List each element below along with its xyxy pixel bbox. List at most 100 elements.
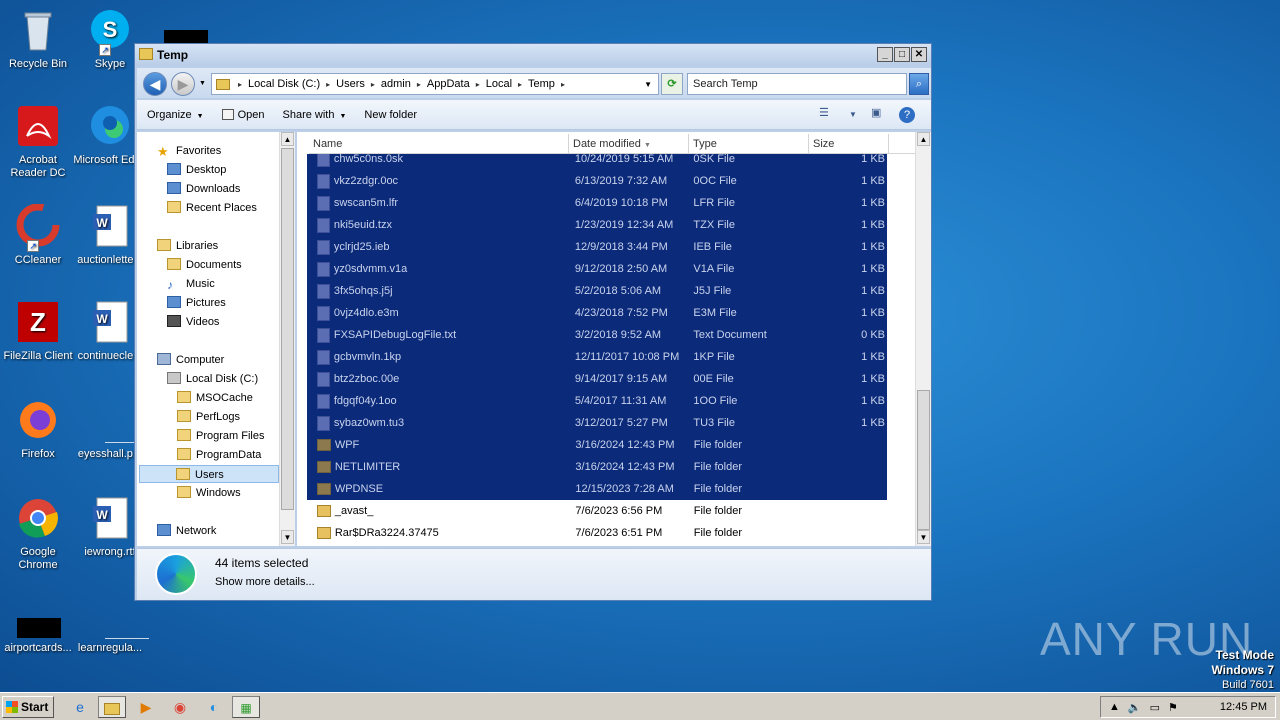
flag-icon[interactable]: ⚑	[1168, 701, 1178, 714]
nav-users[interactable]: Users	[139, 465, 279, 483]
media-player-icon[interactable]: ▶	[132, 696, 160, 718]
close-button[interactable]: ✕	[911, 47, 927, 62]
breadcrumb-temp[interactable]: Temp	[528, 78, 555, 90]
list-scroll-thumb[interactable]	[917, 390, 930, 530]
nav-libraries[interactable]: Libraries	[155, 237, 218, 255]
cmd-icon[interactable]: ▦	[232, 696, 260, 718]
file-row[interactable]: sybaz0wm.tu3 3/12/2017 5:27 PM TU3 File 1 K…	[307, 412, 887, 434]
ie-icon[interactable]: e	[66, 696, 94, 718]
file-row[interactable]: fdgqf04y.1oo 5/4/2017 11:31 AM 1OO File 1 K…	[307, 390, 887, 412]
file-row[interactable]: FXSAPIDebugLogFile.txt 3/2/2018 9:52 AM Te…	[307, 324, 887, 346]
breadcrumb-admin[interactable]: admin	[381, 78, 411, 90]
help-icon[interactable]: ?	[899, 107, 915, 123]
file-row[interactable]: chw5c0ns.0sk 10/24/2019 5:15 AM 0SK File 1 …	[307, 154, 887, 170]
breadcrumb-separator-icon[interactable]: ▸	[417, 80, 421, 89]
breadcrumb-separator-icon[interactable]: ▸	[561, 80, 565, 89]
folder-row[interactable]: _avast_ 7/6/2023 6:56 PM File folder	[307, 500, 887, 522]
refresh-icon[interactable]: ⟳	[661, 73, 683, 95]
nav-scroll-thumb[interactable]	[281, 148, 294, 510]
folder-row[interactable]: WPDNSE 12/15/2023 7:28 AM File folder	[307, 478, 887, 500]
recent-pages-chevron-icon[interactable]: ▼	[199, 80, 206, 87]
view-options-icon[interactable]: ☰	[819, 106, 829, 119]
breadcrumb-separator-icon[interactable]: ▸	[476, 80, 480, 89]
nav-videos[interactable]: Videos	[165, 313, 219, 331]
breadcrumb-separator-icon[interactable]: ▸	[371, 80, 375, 89]
desktop-icon-ccleaner[interactable]: ↗ CCleaner	[0, 203, 76, 267]
network-icon[interactable]: ▭	[1150, 701, 1160, 714]
scroll-up-icon[interactable]: ▲	[917, 132, 930, 146]
preview-pane-icon[interactable]: ▣	[871, 106, 881, 119]
scroll-up-icon[interactable]: ▲	[281, 132, 294, 146]
column-name[interactable]: Name	[309, 134, 569, 154]
breadcrumb-separator-icon[interactable]: ▸	[518, 80, 522, 89]
column-type[interactable]: Type	[689, 134, 809, 154]
file-row[interactable]: 3fx5ohqs.j5j 5/2/2018 5:06 AM J5J File 1 KB	[307, 280, 887, 302]
breadcrumb-local-disk[interactable]: Local Disk (C:)	[248, 78, 320, 90]
edge-icon[interactable]: ◐	[200, 696, 228, 718]
nav-computer[interactable]: Computer	[155, 351, 224, 369]
open-button[interactable]: Open	[221, 108, 265, 121]
folder-row[interactable]: NETLIMITER 3/16/2024 12:43 PM File folder	[307, 456, 887, 478]
desktop-icon-acrobat[interactable]: Acrobat Reader DC	[0, 104, 76, 180]
desktop-icon-filezilla[interactable]: Z FileZilla Client	[0, 300, 76, 363]
breadcrumb-local[interactable]: Local	[486, 78, 512, 90]
search-input[interactable]: Search Temp	[687, 73, 907, 95]
nav-program-files[interactable]: Program Files	[175, 427, 264, 445]
nav-local-disk[interactable]: Local Disk (C:)	[165, 370, 258, 388]
file-row[interactable]: nki5euid.tzx 1/23/2019 12:34 AM TZX File 1 …	[307, 214, 887, 236]
breadcrumb[interactable]: ▸ Local Disk (C:) ▸ Users ▸ admin ▸ AppD…	[211, 73, 659, 95]
file-row[interactable]: yz0sdvmm.v1a 9/12/2018 2:50 AM V1A File 1 K…	[307, 258, 887, 280]
nav-documents[interactable]: Documents	[165, 256, 242, 274]
breadcrumb-users[interactable]: Users	[336, 78, 365, 90]
share-with-button[interactable]: Share with ▼	[283, 109, 347, 121]
view-chevron-icon[interactable]: ▼	[849, 110, 857, 119]
nav-downloads[interactable]: Downloads	[165, 180, 240, 198]
minimize-button[interactable]: _	[877, 47, 893, 62]
breadcrumb-appdata[interactable]: AppData	[427, 78, 470, 90]
nav-programdata[interactable]: ProgramData	[175, 446, 261, 464]
file-row[interactable]: gcbvmvln.1kp 12/11/2017 10:08 PM 1KP File 1…	[307, 346, 887, 368]
file-row[interactable]: yclrjd25.ieb 12/9/2018 3:44 PM IEB File 1 K…	[307, 236, 887, 258]
show-more-details-link[interactable]: Show more details...	[215, 576, 315, 588]
nav-scrollbar[interactable]: ▲ ▼	[279, 132, 295, 546]
scroll-down-icon[interactable]: ▼	[917, 530, 930, 544]
nav-favorites[interactable]: ★ Favorites	[155, 142, 221, 160]
nav-perflogs[interactable]: PerfLogs	[175, 408, 240, 426]
list-scrollbar[interactable]: ▲ ▼	[915, 132, 931, 546]
volume-icon[interactable]: 🔈	[1128, 701, 1142, 714]
file-row[interactable]: btz2zboc.00e 9/14/2017 9:15 AM 00E File 1 K…	[307, 368, 887, 390]
clock[interactable]: 12:45 PM	[1220, 701, 1267, 713]
breadcrumb-separator-icon[interactable]: ▸	[238, 80, 242, 89]
show-hidden-icons-icon[interactable]: ▲	[1109, 701, 1120, 713]
start-button[interactable]: Start	[2, 696, 54, 718]
folder-row[interactable]: Rar$DRa3224.37475 7/6/2023 6:51 PM File fo…	[307, 522, 887, 544]
nav-desktop[interactable]: Desktop	[165, 161, 226, 179]
nav-recent-places[interactable]: Recent Places	[165, 199, 257, 217]
nav-music[interactable]: ♪ Music	[165, 275, 215, 293]
new-folder-button[interactable]: New folder	[364, 109, 417, 121]
desktop-icon-firefox[interactable]: Firefox	[0, 398, 76, 461]
breadcrumb-separator-icon[interactable]: ▸	[326, 80, 330, 89]
column-date-modified[interactable]: Date modified ▼	[569, 134, 689, 154]
desktop-icon-recycle-bin[interactable]: Recycle Bin	[0, 8, 76, 71]
desktop-icon-learnregula[interactable]: learnregula...	[72, 614, 149, 655]
desktop-icon-chrome[interactable]: Google Chrome	[0, 496, 76, 572]
chrome-icon[interactable]: ◉	[166, 696, 194, 718]
nav-pictures[interactable]: Pictures	[165, 294, 226, 312]
explorer-taskbar-icon[interactable]	[98, 696, 126, 718]
desktop-icon-airportcards[interactable]: airportcards...	[0, 614, 76, 655]
column-size[interactable]: Size	[809, 134, 889, 154]
back-button[interactable]: ◀	[143, 72, 167, 96]
address-dropdown-icon[interactable]: ▼	[644, 80, 652, 89]
scroll-down-icon[interactable]: ▼	[281, 530, 294, 544]
nav-msocache[interactable]: MSOCache	[175, 389, 253, 407]
maximize-button[interactable]: □	[894, 47, 910, 62]
file-row[interactable]: vkz2zdgr.0oc 6/13/2019 7:32 AM 0OC File 1 K…	[307, 170, 887, 192]
folder-row[interactable]: WPF 3/16/2024 12:43 PM File folder	[307, 434, 887, 456]
forward-button[interactable]: ▶	[171, 72, 195, 96]
file-row[interactable]: swscan5m.lfr 6/4/2019 10:18 PM LFR File 1 K…	[307, 192, 887, 214]
nav-network[interactable]: Network	[155, 522, 216, 540]
search-icon[interactable]: ⌕	[909, 73, 929, 95]
window-titlebar[interactable]: Temp _ □ ✕	[135, 44, 931, 66]
organize-button[interactable]: Organize ▼	[147, 109, 204, 121]
